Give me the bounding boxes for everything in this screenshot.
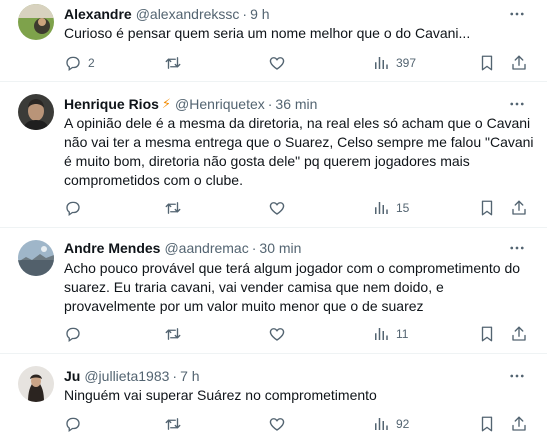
retweet-icon (165, 202, 181, 214)
avatar-ju[interactable] (18, 366, 54, 402)
bookmark-icon (481, 416, 493, 432)
timestamp[interactable]: 9 h (250, 4, 269, 24)
author-name[interactable]: Henrique Rios (64, 94, 159, 114)
retweet-button[interactable] (164, 51, 182, 75)
reply-icon (66, 201, 80, 217)
tweet-text: Curioso é pensar quem seria um nome melh… (64, 25, 471, 41)
reply-icon (66, 417, 80, 433)
separator: · (242, 6, 248, 22)
tweet-header: Andre Mendes @aandremac · 30 min (64, 238, 301, 258)
like-button[interactable] (268, 196, 286, 220)
tweet-text: Ninguém vai superar Suárez no comprometi… (64, 387, 377, 403)
share-button[interactable] (510, 322, 528, 346)
share-button[interactable] (510, 196, 528, 220)
tweet-2[interactable]: Henrique Rios ⚡ @Henriquetex · 36 min A … (0, 82, 547, 228)
views-icon (375, 57, 388, 69)
views-icon (375, 328, 388, 340)
more-icon[interactable] (507, 238, 527, 258)
retweet-icon (165, 328, 181, 340)
tweet-4[interactable]: Ju @jullieta1983 · 7 h Ninguém vai super… (0, 354, 547, 440)
more-icon[interactable] (507, 94, 527, 114)
separator: · (172, 368, 178, 384)
bookmark-button[interactable] (478, 412, 496, 436)
reply-button[interactable] (64, 412, 82, 436)
tweet-actions: 92 (58, 412, 538, 436)
tweet-text: Acho pouco provável que terá algum jogad… (64, 260, 521, 314)
retweet-button[interactable] (164, 322, 182, 346)
author-name[interactable]: Ju (64, 366, 80, 386)
tweet-header: Henrique Rios ⚡ @Henriquetex · 36 min (64, 94, 317, 114)
more-icon[interactable] (507, 4, 527, 24)
like-icon (269, 57, 285, 70)
separator: · (251, 240, 257, 256)
tweet-text: A opinião dele é a mesma da diretoria, n… (64, 115, 534, 188)
share-button[interactable] (510, 412, 528, 436)
timestamp[interactable]: 7 h (180, 366, 199, 386)
tweet-1[interactable]: Alexandre @alexandrekssc · 9 h Curioso é… (0, 0, 547, 82)
bookmark-button[interactable] (478, 322, 496, 346)
author-handle[interactable]: @jullieta1983 (84, 366, 169, 386)
author-handle[interactable]: @alexandrekssc (136, 4, 240, 24)
author-name[interactable]: Andre Mendes (64, 238, 160, 258)
retweet-icon (165, 57, 181, 69)
reply-button[interactable] (64, 322, 82, 346)
reply-icon (66, 327, 80, 343)
share-button[interactable] (510, 51, 528, 75)
retweet-icon (165, 418, 181, 430)
views-button[interactable]: 397 (372, 51, 416, 75)
views-button[interactable]: 15 (372, 196, 409, 220)
like-button[interactable] (268, 412, 286, 436)
author-handle[interactable]: @Henriquetex (175, 94, 265, 114)
author-name[interactable]: Alexandre (64, 4, 132, 24)
bookmark-icon (481, 55, 493, 71)
reply-button[interactable] (64, 196, 82, 220)
bookmark-icon (481, 326, 493, 342)
tweet-actions: 2 397 (58, 51, 538, 75)
avatar-alexandre[interactable] (18, 4, 54, 40)
timestamp[interactable]: 30 min (259, 238, 301, 258)
tweet-header: Alexandre @alexandrekssc · 9 h (64, 4, 270, 24)
share-icon (512, 416, 526, 431)
views-count: 92 (396, 417, 410, 431)
retweet-button[interactable] (164, 412, 182, 436)
reply-button[interactable]: 2 (64, 51, 95, 75)
bookmark-button[interactable] (478, 196, 496, 220)
retweet-button[interactable] (164, 196, 182, 220)
like-button[interactable] (268, 51, 286, 75)
views-button[interactable]: 11 (372, 322, 408, 346)
like-icon (269, 328, 285, 341)
bookmark-icon (481, 200, 493, 216)
verified-badge-icon: ⚡ (161, 96, 172, 111)
separator: · (267, 96, 273, 112)
views-icon (375, 202, 388, 214)
tweet-3[interactable]: Andre Mendes @aandremac · 30 min Acho po… (0, 228, 547, 354)
tweet-actions: 11 (58, 322, 538, 346)
share-icon (512, 326, 526, 341)
views-count: 11 (396, 327, 409, 341)
bookmark-button[interactable] (478, 51, 496, 75)
avatar-andre[interactable] (18, 240, 54, 276)
reply-icon (66, 56, 80, 72)
like-button[interactable] (268, 322, 286, 346)
views-button[interactable]: 92 (372, 412, 409, 436)
tweet-header: Ju @jullieta1983 · 7 h (64, 366, 200, 386)
like-icon (269, 418, 285, 431)
avatar-henrique[interactable] (18, 94, 54, 130)
views-count: 15 (396, 201, 410, 215)
like-icon (269, 202, 285, 215)
share-icon (512, 55, 526, 70)
reply-count: 2 (88, 56, 95, 70)
share-icon (512, 200, 526, 215)
more-icon[interactable] (507, 366, 527, 386)
author-handle[interactable]: @aandremac (164, 238, 248, 258)
tweet-actions: 15 (58, 196, 538, 220)
views-count: 397 (396, 56, 417, 70)
timestamp[interactable]: 36 min (275, 94, 317, 114)
views-icon (375, 418, 388, 430)
